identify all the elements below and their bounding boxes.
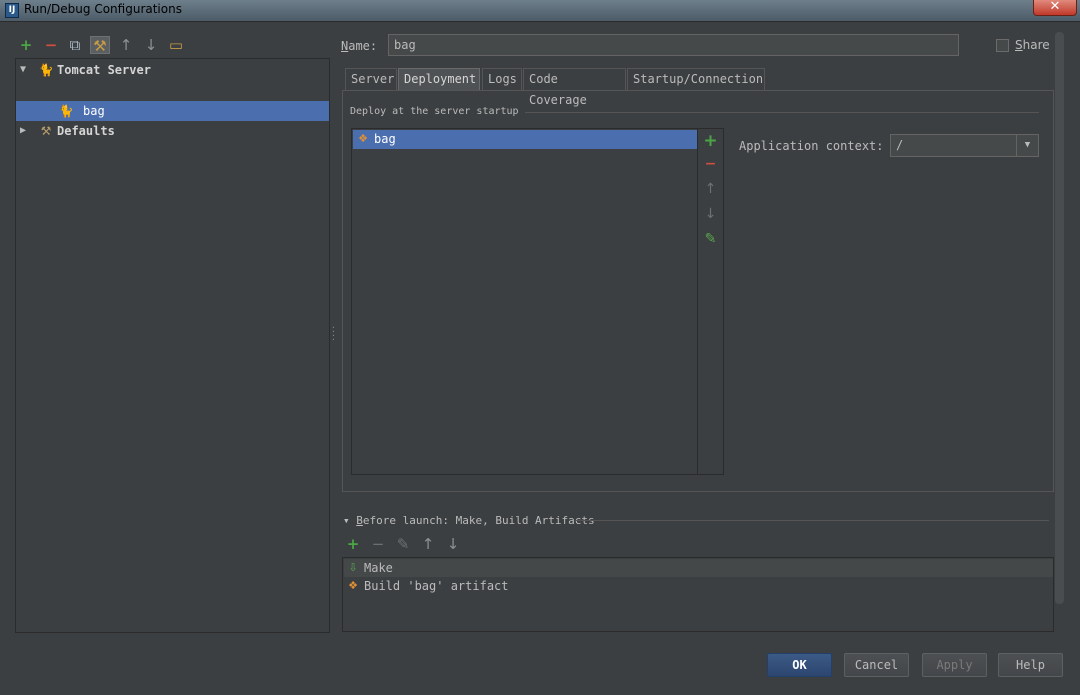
name-input[interactable]: bag — [388, 34, 959, 56]
copy-configuration-icon[interactable]: ⧉ — [65, 36, 85, 54]
move-down-icon[interactable]: ↓ — [141, 36, 161, 54]
chevron-down-icon[interactable]: ▼ — [1016, 135, 1038, 156]
collapse-triangle-icon[interactable]: ▶ — [17, 121, 29, 141]
name-label: Name: — [341, 39, 378, 53]
divider — [576, 520, 1049, 521]
list-item[interactable]: ⇩ Make — [344, 559, 1053, 577]
window-title: Run/Debug Configurations — [24, 2, 182, 16]
tree-item-defaults[interactable]: ▶ ⚒ Defaults — [16, 121, 329, 141]
before-launch-list: ⇩ Make ❖ Build 'bag' artifact — [342, 557, 1054, 632]
before-launch-title[interactable]: ▾ Before launch: Make, Build Artifacts — [343, 514, 595, 527]
tree-item-tomcat-server[interactable]: ▼ 🐈 Tomcat Server — [16, 60, 329, 80]
tab-startup-connection[interactable]: Startup/Connection — [627, 68, 765, 90]
share-label[interactable]: Share — [1015, 38, 1050, 52]
window-close-button[interactable]: ✕ — [1033, 0, 1077, 16]
move-down-icon[interactable]: ↓ — [443, 535, 463, 553]
dialog: + − ⧉ ⚒ ↑ ↓ ▭ ▼ 🐈 Tomcat Server 🐈 bag ▶ … — [1, 22, 1078, 692]
add-configuration-icon[interactable]: + — [16, 36, 36, 54]
expand-triangle-icon[interactable]: ▼ — [17, 60, 29, 80]
move-up-icon[interactable]: ↑ — [116, 36, 136, 54]
divider — [525, 112, 1039, 113]
list-item-label: Make — [364, 561, 393, 575]
scrollbar[interactable] — [1055, 32, 1064, 604]
list-item[interactable]: ❖ bag — [353, 130, 697, 149]
list-item[interactable]: ❖ Build 'bag' artifact — [344, 577, 1053, 595]
cancel-button[interactable]: Cancel — [844, 653, 909, 677]
tree-item-bag[interactable]: 🐈 bag — [16, 101, 329, 121]
wrench-icon: ⚒ — [40, 124, 52, 138]
edit-defaults-icon[interactable]: ⚒ — [90, 36, 110, 55]
splitter-handle[interactable]: · · · · — [331, 324, 336, 344]
edit-task-icon[interactable]: ✎ — [393, 535, 413, 553]
move-down-icon[interactable]: ↓ — [698, 206, 723, 222]
tree-item-label: bag — [83, 104, 105, 118]
help-button[interactable]: Help — [998, 653, 1063, 677]
move-up-icon[interactable]: ↑ — [698, 181, 723, 197]
artifact-icon: ❖ — [348, 579, 358, 592]
deploy-group-title: Deploy at the server startup — [350, 106, 519, 117]
make-icon: ⇩ — [348, 561, 358, 574]
share-checkbox[interactable] — [996, 39, 1009, 52]
edit-artifact-icon[interactable]: ✎ — [698, 231, 723, 247]
intellij-logo-icon: IJ — [5, 3, 19, 18]
deploy-list: ❖ bag — [351, 128, 698, 475]
apply-button[interactable]: Apply — [922, 653, 987, 677]
tab-logs[interactable]: Logs — [482, 68, 522, 90]
ok-button[interactable]: OK — [767, 653, 832, 677]
application-context-label: Application context: — [739, 139, 884, 153]
remove-task-icon[interactable]: − — [368, 535, 388, 553]
list-item-label: Build 'bag' artifact — [364, 579, 509, 593]
folder-icon[interactable]: ▭ — [166, 36, 186, 54]
remove-artifact-icon[interactable]: − — [698, 156, 723, 172]
remove-configuration-icon[interactable]: − — [41, 36, 61, 54]
title-bar: IJ Run/Debug Configurations ✕ — [0, 0, 1080, 22]
move-up-icon[interactable]: ↑ — [418, 535, 438, 553]
tomcat-icon: 🐈 — [38, 63, 54, 77]
tree-item-label: Tomcat Server — [57, 63, 151, 77]
deploy-side-toolbar: + − ↑ ↓ ✎ — [697, 128, 724, 475]
artifact-icon: ❖ — [358, 132, 368, 145]
add-artifact-icon[interactable]: + — [698, 131, 723, 151]
tab-code-coverage[interactable]: Code Coverage — [523, 68, 626, 107]
list-item-label: bag — [374, 132, 396, 146]
tab-server[interactable]: Server — [345, 68, 397, 90]
tab-deployment[interactable]: Deployment — [398, 68, 480, 90]
add-task-icon[interactable]: + — [343, 535, 363, 553]
application-context-combo[interactable]: / ▼ — [890, 134, 1039, 157]
tomcat-icon: 🐈 — [58, 104, 74, 118]
configuration-tree: ▼ 🐈 Tomcat Server 🐈 bag ▶ ⚒ Defaults — [15, 58, 330, 633]
application-context-value[interactable]: / — [896, 138, 903, 152]
tree-item-label: Defaults — [57, 124, 115, 138]
